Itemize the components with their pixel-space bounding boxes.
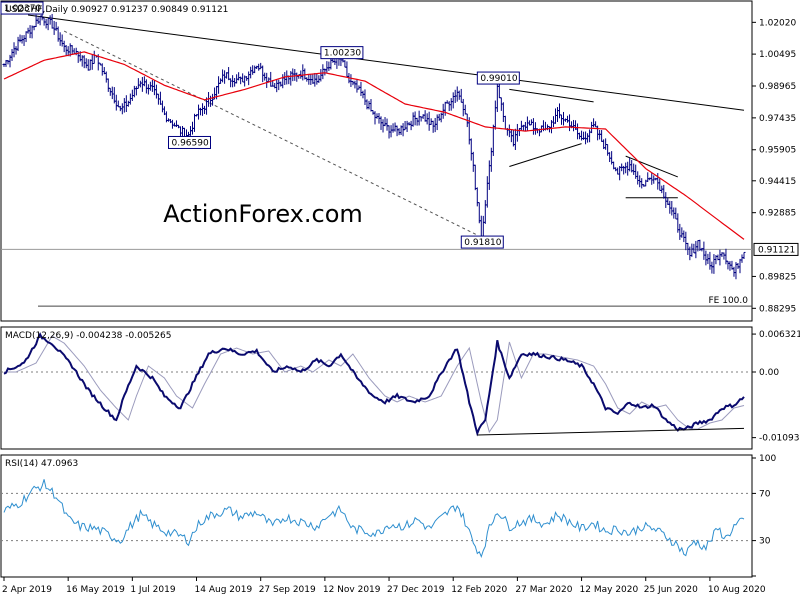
x-tick-label: 1 Jul 2019 — [130, 585, 175, 595]
axis-layer: 1.02020 1.00495 0.98965 0.97435 0.95905 0.944… — [2, 18, 800, 595]
rsi-title: RSI(14) 47.0963 — [5, 459, 78, 469]
price-annotation: 0.96590 — [167, 135, 211, 149]
x-tick-label: 27 Sep 2019 — [259, 585, 316, 595]
price-y-tick-label: 0.95905 — [759, 146, 796, 156]
price-chart-title: USDCHF,Daily 0.90927 0.91237 0.90849 0.9… — [5, 5, 228, 15]
price-y-tick-label: 0.89825 — [759, 272, 796, 282]
forex-chart: ActionForex.com FE 100.01.023700.965901.… — [0, 0, 800, 595]
price-y-tick-label: 0.92885 — [759, 209, 796, 219]
x-tick-label: 12 Feb 2020 — [451, 585, 507, 595]
annotation-label: 0.99010 — [480, 74, 517, 84]
macd-y-tick-label: 0.006321 — [759, 330, 800, 340]
annotation-label: 0.96590 — [171, 138, 208, 148]
rsi-y-tick-label: 100 — [759, 454, 776, 464]
price-y-tick-label: 0.97435 — [759, 114, 796, 124]
macd-signal-line — [4, 335, 745, 434]
price-layer: FE 100.01.023700.965901.002300.990100.91… — [0, 1, 752, 307]
price-panel-frame — [0, 0, 753, 322]
price-annotation: 0.91810 — [460, 235, 504, 249]
price-annotation: 1.00230 — [320, 46, 364, 60]
last-price-tag: 0.91121 — [753, 242, 799, 256]
x-tick-label: 10 Aug 2020 — [708, 585, 766, 595]
x-tick-label: 14 Aug 2019 — [195, 585, 253, 595]
price-y-tick-label: 1.00495 — [759, 50, 796, 60]
x-tick-label: 27 Mar 2020 — [515, 585, 572, 595]
moving-average-line — [3, 51, 745, 240]
x-tick-label: 2 Apr 2019 — [2, 585, 52, 595]
price-y-tick-label: 0.88295 — [759, 304, 796, 314]
x-tick-label: 16 May 2019 — [66, 585, 125, 595]
price-y-tick-label: 0.94415 — [759, 177, 796, 187]
x-tick-label: 25 Jun 2020 — [644, 585, 698, 595]
x-tick-label: 12 May 2020 — [580, 585, 639, 595]
trendline-0 — [27, 14, 745, 111]
annotation-label: 0.91810 — [464, 238, 501, 248]
price-y-tick-label: 0.98965 — [759, 82, 796, 92]
rsi-panel-frame — [0, 454, 753, 578]
price-y-tick-label: 1.02020 — [759, 18, 796, 28]
watermark: ActionForex.com — [163, 200, 363, 228]
macd-y-tick-label: 0.00 — [759, 368, 779, 378]
trendline-3 — [509, 143, 582, 167]
ohlc-bars — [2, 10, 746, 280]
rsi-y-tick-label: 70 — [759, 489, 771, 499]
annotation-label: 1.00230 — [324, 49, 361, 59]
last-price-label: 0.91121 — [758, 245, 795, 255]
price-annotation: 0.99010 — [476, 71, 520, 85]
macd-trendline — [477, 427, 745, 436]
trendline-2 — [509, 88, 594, 103]
macd-layer — [1, 332, 752, 437]
chart-stage: ActionForex.com FE 100.0 1.02370 0.96590 1.… — [0, 0, 800, 600]
rsi-line — [3, 479, 745, 559]
macd-y-tick-label: -0.010939 — [759, 434, 800, 444]
macd-title: MACD(12,26,9) -0.004238 -0.005265 — [5, 331, 171, 341]
rsi-y-tick-label: 30 — [759, 537, 771, 547]
x-tick-label: 27 Dec 2019 — [387, 585, 445, 595]
rsi-layer — [1, 479, 752, 559]
fe-level-label: FE 100.0 — [709, 296, 749, 306]
x-tick-label: 12 Nov 2019 — [323, 585, 381, 595]
